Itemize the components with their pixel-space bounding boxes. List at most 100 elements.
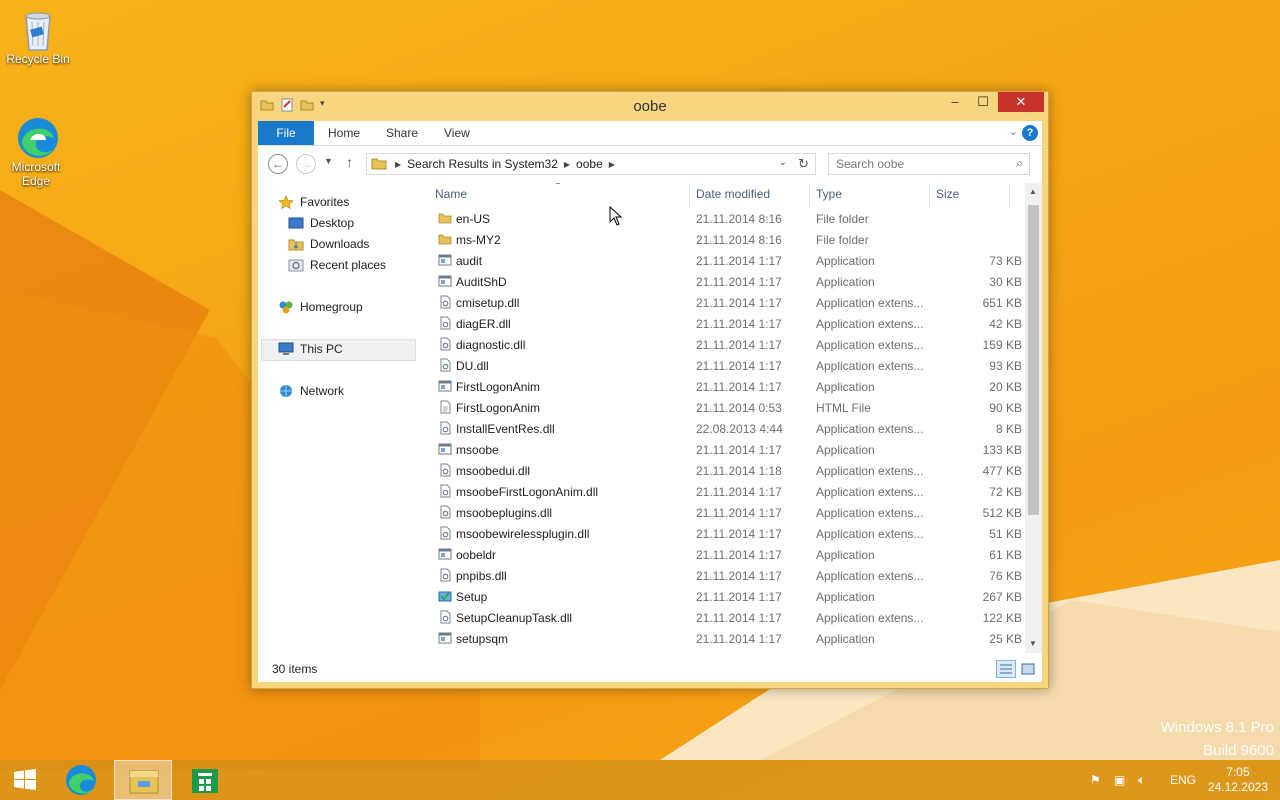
- breadcrumb-search-results[interactable]: Search Results in System32: [407, 157, 558, 171]
- table-row[interactable]: msoobeFirstLogonAnim.dll 21.11.2014 1:17 A…: [428, 481, 1022, 502]
- vertical-scrollbar[interactable]: ▲ ▼: [1025, 183, 1042, 653]
- table-row[interactable]: FirstLogonAnim 21.11.2014 0:53 HTML File 90…: [428, 397, 1022, 418]
- nav-favorites[interactable]: Favorites: [278, 195, 349, 210]
- desktop-icon-recycle-bin[interactable]: Recycle Bin: [2, 8, 74, 66]
- table-row[interactable]: audit 21.11.2014 1:17 Application 73 KB: [428, 250, 1022, 271]
- network-status-icon[interactable]: ▣: [1114, 773, 1125, 787]
- table-row[interactable]: setupsqm 21.11.2014 1:17 Application 25 KB: [428, 628, 1022, 649]
- taskbar-edge[interactable]: [52, 760, 110, 800]
- table-row[interactable]: msoobewirelessplugin.dll 21.11.2014 1:17 A…: [428, 523, 1022, 544]
- file-date: 21.11.2014 1:17: [696, 275, 782, 289]
- taskbar-file-explorer[interactable]: [114, 760, 172, 800]
- file-name: ms-MY2: [456, 233, 501, 247]
- table-row[interactable]: msoobeplugins.dll 21.11.2014 1:17 Applicat…: [428, 502, 1022, 523]
- recent-locations-icon[interactable]: ▼: [324, 156, 333, 166]
- table-row[interactable]: ms-MY2 21.11.2014 8:16 File folder: [428, 229, 1022, 250]
- details-view-button[interactable]: [996, 660, 1016, 678]
- nav-item-desktop[interactable]: Desktop: [288, 216, 354, 230]
- table-row[interactable]: pnpibs.dll 21.11.2014 1:17 Application ext…: [428, 565, 1022, 586]
- column-type[interactable]: Type: [816, 187, 842, 201]
- file-type: Application extens...: [816, 359, 924, 373]
- scroll-thumb[interactable]: [1028, 205, 1039, 515]
- volume-muted-icon[interactable]: 🔈︎: [1138, 773, 1145, 788]
- taskbar-store[interactable]: [176, 760, 234, 800]
- table-row[interactable]: AuditShD 21.11.2014 1:17 Application 30 KB: [428, 271, 1022, 292]
- expand-ribbon-icon[interactable]: ⌄: [1009, 125, 1018, 138]
- nav-homegroup[interactable]: Homegroup: [278, 300, 363, 314]
- search-icon[interactable]: ⌕: [1016, 156, 1023, 171]
- file-size: 73 KB: [989, 254, 1022, 268]
- file-type: Application extens...: [816, 464, 924, 478]
- app-icon: [438, 442, 452, 456]
- file-date: 21.11.2014 1:17: [696, 632, 782, 646]
- minimize-button[interactable]: –: [942, 92, 968, 112]
- table-row[interactable]: cmisetup.dll 21.11.2014 1:17 Application e…: [428, 292, 1022, 313]
- close-button[interactable]: ✕: [998, 92, 1044, 112]
- dll-icon: [438, 337, 452, 351]
- title-bar[interactable]: ▾ oobe – ☐ ✕: [252, 92, 1048, 120]
- table-row[interactable]: diagER.dll 21.11.2014 1:17 Application ext…: [428, 313, 1022, 334]
- search-input[interactable]: [829, 154, 999, 174]
- dll-icon: [438, 316, 452, 330]
- table-row[interactable]: diagnostic.dll 21.11.2014 1:17 Application…: [428, 334, 1022, 355]
- app-icon: [438, 547, 452, 561]
- scroll-up-icon[interactable]: ▲: [1029, 187, 1037, 196]
- file-name: msoobeFirstLogonAnim.dll: [456, 485, 599, 499]
- explorer-window[interactable]: ▾ oobe – ☐ ✕ File Home Share View ⌄ ? ← …: [251, 91, 1049, 689]
- nav-item-downloads[interactable]: Downloads: [288, 237, 369, 251]
- tab-home[interactable]: Home: [314, 121, 374, 145]
- breadcrumb-separator-icon[interactable]: ▶: [395, 160, 401, 169]
- file-size: 61 KB: [989, 548, 1022, 562]
- forward-button[interactable]: →: [296, 154, 316, 174]
- up-button[interactable]: ↑: [346, 154, 353, 170]
- tab-view[interactable]: View: [430, 121, 484, 145]
- tab-file[interactable]: File: [258, 121, 314, 145]
- nav-item-recent-places[interactable]: Recent places: [288, 258, 386, 272]
- column-name[interactable]: Name: [435, 187, 467, 201]
- refresh-icon[interactable]: ↻: [798, 156, 809, 172]
- file-type: Application: [816, 443, 875, 457]
- breadcrumb-oobe[interactable]: oobe: [576, 157, 603, 171]
- table-row[interactable]: InstallEventRes.dll 22.08.2013 4:44 Applic…: [428, 418, 1022, 439]
- file-size: 90 KB: [989, 401, 1022, 415]
- large-icons-view-button[interactable]: [1018, 660, 1038, 678]
- details-view-icon: [1000, 664, 1012, 674]
- file-name: audit: [456, 254, 483, 268]
- back-button[interactable]: ←: [268, 154, 288, 174]
- file-type: Application extens...: [816, 317, 924, 331]
- maximize-button[interactable]: ☐: [970, 92, 996, 112]
- table-row[interactable]: msoobedui.dll 21.11.2014 1:18 Application …: [428, 460, 1022, 481]
- file-date: 21.11.2014 1:17: [696, 506, 782, 520]
- nav-network[interactable]: Network: [278, 384, 344, 398]
- table-row[interactable]: en-US 21.11.2014 8:16 File folder: [428, 208, 1022, 229]
- breadcrumb-separator-icon[interactable]: ▶: [564, 160, 570, 169]
- scroll-down-icon[interactable]: ▼: [1029, 639, 1037, 648]
- table-row[interactable]: msoobe 21.11.2014 1:17 Application 133 KB: [428, 439, 1022, 460]
- column-date-modified[interactable]: Date modified: [696, 187, 770, 201]
- start-button[interactable]: [8, 766, 42, 794]
- input-language[interactable]: ENG: [1170, 773, 1196, 787]
- file-type: Application extens...: [816, 506, 924, 520]
- table-row[interactable]: oobeldr 21.11.2014 1:17 Application 61 KB: [428, 544, 1022, 565]
- file-name: msoobewirelessplugin.dll: [456, 527, 590, 541]
- table-row[interactable]: DU.dll 21.11.2014 1:17 Application extens.…: [428, 355, 1022, 376]
- table-row[interactable]: SetupCleanupTask.dll 21.11.2014 1:17 Appli…: [428, 607, 1022, 628]
- store-icon: [192, 769, 218, 793]
- clock[interactable]: 7:05 24.12.2023: [1208, 765, 1268, 795]
- desktop-icon-microsoft-edge[interactable]: Microsoft Edge: [0, 116, 72, 188]
- table-row[interactable]: FirstLogonAnim 21.11.2014 1:17 Application…: [428, 376, 1022, 397]
- tab-share[interactable]: Share: [372, 121, 432, 145]
- nav-this-pc[interactable]: This PC: [278, 342, 343, 356]
- help-icon[interactable]: ?: [1022, 125, 1038, 141]
- file-size: 51 KB: [989, 527, 1022, 541]
- breadcrumb-separator-icon[interactable]: ▶: [609, 160, 615, 169]
- column-size[interactable]: Size: [936, 187, 959, 201]
- search-box[interactable]: ⌕: [828, 153, 1030, 175]
- table-row[interactable]: Setup 21.11.2014 1:17 Application 267 KB: [428, 586, 1022, 607]
- recent-places-icon: [288, 258, 304, 272]
- windows-logo-icon: [14, 769, 36, 790]
- address-bar[interactable]: ▶ Search Results in System32 ▶ oobe ▶ ⌄ …: [366, 153, 816, 175]
- file-size: 76 KB: [989, 569, 1022, 583]
- address-dropdown-icon[interactable]: ⌄: [779, 157, 787, 168]
- action-center-flag-icon[interactable]: ⚑: [1090, 773, 1101, 787]
